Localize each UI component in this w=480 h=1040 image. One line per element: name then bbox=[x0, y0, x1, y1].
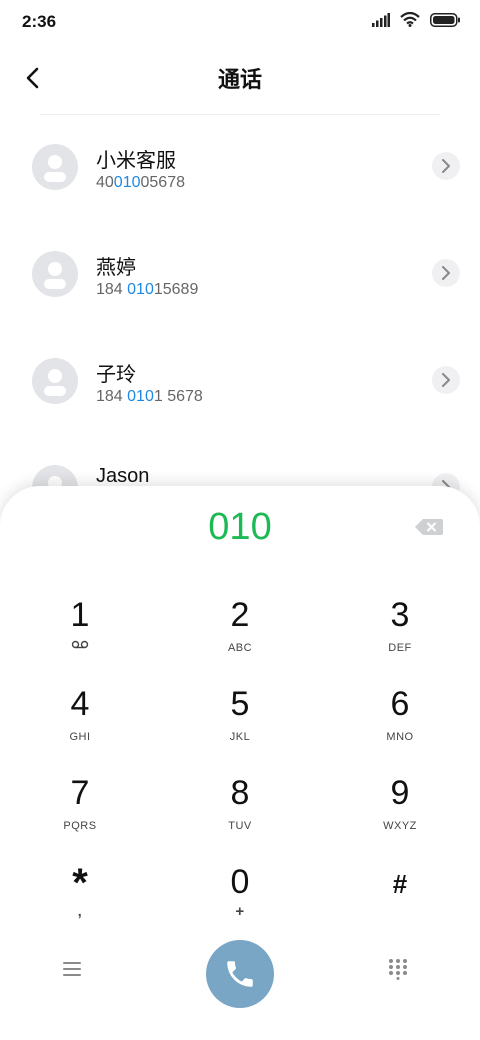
key-letters: MNO bbox=[386, 731, 414, 743]
contact-detail-button[interactable] bbox=[432, 366, 460, 394]
key-digit: 6 bbox=[390, 685, 410, 723]
status-icons bbox=[372, 12, 460, 27]
contact-item[interactable]: 燕婷 184 01015689 bbox=[0, 225, 480, 332]
key-3[interactable]: 3 DEF bbox=[340, 590, 460, 670]
key-letters: + bbox=[235, 903, 245, 920]
avatar bbox=[32, 358, 78, 404]
contact-item[interactable]: 子玲 184 0101 5678 bbox=[0, 332, 480, 439]
contact-name: Jason bbox=[96, 465, 150, 487]
chevron-right-icon bbox=[442, 373, 450, 387]
key-digit: 3 bbox=[390, 596, 410, 634]
chevron-right-icon bbox=[442, 266, 450, 280]
avatar bbox=[32, 144, 78, 190]
key-6[interactable]: 6 MNO bbox=[340, 679, 460, 759]
key-digit: 1 bbox=[70, 596, 90, 634]
key-hash[interactable]: # bbox=[340, 857, 460, 937]
key-digit: # bbox=[392, 869, 408, 899]
key-letters: JKL bbox=[229, 731, 251, 743]
menu-button[interactable] bbox=[62, 960, 94, 990]
key-digit: 8 bbox=[230, 774, 250, 812]
avatar bbox=[32, 251, 78, 297]
dialpad-toggle-button[interactable] bbox=[388, 958, 416, 988]
key-letters: , bbox=[77, 903, 83, 919]
header: 通话 bbox=[0, 52, 480, 108]
key-9[interactable]: 9 WXYZ bbox=[340, 768, 460, 848]
contact-name: 小米客服 bbox=[96, 150, 176, 172]
contact-number: 184 01015689 bbox=[96, 281, 199, 298]
key-digit: * bbox=[72, 861, 88, 905]
backspace-button[interactable] bbox=[414, 516, 444, 538]
match-highlight: 010 bbox=[113, 174, 141, 191]
key-5[interactable]: 5 JKL bbox=[180, 679, 300, 759]
key-letters bbox=[20, 640, 140, 652]
dialpad-icon bbox=[389, 959, 407, 980]
page-title: 通话 bbox=[217, 67, 262, 92]
contact-detail-button[interactable] bbox=[432, 152, 460, 180]
header-divider bbox=[40, 114, 440, 115]
dialed-number: 010 bbox=[208, 506, 272, 548]
status-bar: 2:36 bbox=[0, 0, 480, 44]
status-time: 2:36 bbox=[22, 12, 57, 31]
key-letters: DEF bbox=[388, 642, 412, 654]
key-4[interactable]: 4 GHI bbox=[20, 679, 140, 759]
menu-icon bbox=[63, 962, 81, 976]
key-digit: 7 bbox=[70, 774, 90, 812]
backspace-icon bbox=[415, 519, 443, 535]
wifi-icon bbox=[400, 12, 420, 27]
key-digit: 5 bbox=[230, 685, 250, 723]
key-digit: 2 bbox=[230, 596, 250, 634]
contact-list: 小米客服 4001005678 燕婷 184 01015689 子玲 184 0… bbox=[0, 118, 480, 546]
key-7[interactable]: 7 PQRS bbox=[20, 768, 140, 848]
key-8[interactable]: 8 TUV bbox=[180, 768, 300, 848]
key-letters: ABC bbox=[227, 642, 253, 654]
key-0[interactable]: 0 + bbox=[180, 857, 300, 937]
voicemail-icon bbox=[71, 640, 89, 649]
key-digit: 9 bbox=[390, 774, 410, 812]
match-highlight: 010 bbox=[127, 281, 154, 298]
contact-number: 184 0101 5678 bbox=[96, 388, 203, 405]
signal-icon bbox=[372, 12, 390, 27]
contact-name: 燕婷 bbox=[96, 257, 136, 279]
key-letters: TUV bbox=[228, 820, 252, 832]
contact-detail-button[interactable] bbox=[432, 259, 460, 287]
dialpad-sheet: 010 1 2 ABC 3 DEF 4 GHI 5 JKL 6 MNO 7 PQ… bbox=[0, 486, 480, 1040]
key-star[interactable]: * , bbox=[20, 857, 140, 937]
key-1[interactable]: 1 bbox=[20, 590, 140, 670]
chevron-right-icon bbox=[442, 159, 450, 173]
key-letters: PQRS bbox=[63, 820, 97, 832]
match-highlight: 010 bbox=[127, 388, 154, 405]
dialpad-bottom-bar bbox=[0, 940, 480, 1010]
key-2[interactable]: 2 ABC bbox=[180, 590, 300, 670]
contact-item[interactable]: 小米客服 4001005678 bbox=[0, 118, 480, 225]
key-letters: GHI bbox=[69, 731, 91, 743]
contact-name: 子玲 bbox=[96, 364, 136, 386]
phone-icon bbox=[227, 961, 253, 987]
battery-icon bbox=[430, 12, 460, 27]
key-letters: WXYZ bbox=[383, 820, 417, 832]
key-digit: 0 bbox=[230, 863, 250, 901]
contact-number: 4001005678 bbox=[96, 174, 185, 191]
key-digit: 4 bbox=[70, 685, 90, 723]
call-button[interactable] bbox=[206, 940, 274, 1008]
